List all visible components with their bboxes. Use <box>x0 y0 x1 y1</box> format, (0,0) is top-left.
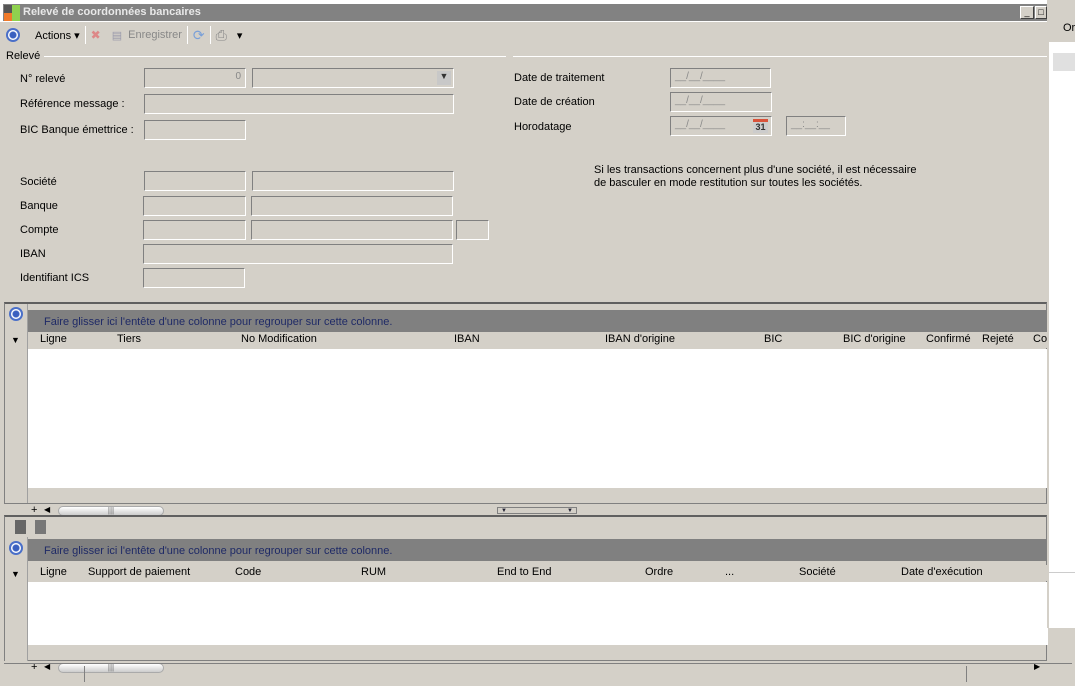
banque-name-field[interactable] <box>251 196 453 216</box>
divider <box>513 56 1047 57</box>
print-icon[interactable]: ⎙ <box>216 27 227 44</box>
note-line-2: de basculer en mode restitution sur tout… <box>594 177 863 189</box>
col-ligne[interactable]: Ligne <box>40 333 67 345</box>
document-edit-icon[interactable] <box>35 520 46 534</box>
document-icon[interactable] <box>15 520 26 534</box>
reference-field[interactable] <box>144 94 454 114</box>
n-releve-label: N° relevé <box>20 73 66 85</box>
date-creation-label: Date de création <box>514 96 595 108</box>
minimize-button[interactable]: _ <box>1020 6 1034 19</box>
group-by-area[interactable]: Faire glisser ici l'entête d'une colonne… <box>28 539 1048 561</box>
ics-field[interactable] <box>143 268 245 288</box>
col-ordre[interactable]: Ordre <box>645 566 673 578</box>
chevron-down-icon[interactable]: ▼ <box>437 71 451 85</box>
n-releve-select[interactable]: ▼ <box>252 68 454 88</box>
banque-code-field[interactable] <box>143 196 246 216</box>
status-bar <box>4 663 1072 683</box>
bic-label: BIC Banque émettrice : <box>20 124 134 136</box>
actions-menu[interactable]: Actions ▾ <box>35 29 80 42</box>
side-panel-item[interactable] <box>1053 53 1075 71</box>
col-more[interactable]: ... <box>725 566 734 578</box>
horodatage-time-field[interactable]: __:__:__ <box>786 116 846 136</box>
compte-code-field[interactable] <box>143 220 246 240</box>
col-societe[interactable]: Société <box>799 566 836 578</box>
grid-header: Ligne Tiers No Modification IBAN IBAN d'… <box>28 332 1048 348</box>
maximize-button[interactable]: □ <box>1035 6 1047 19</box>
banque-label: Banque <box>20 200 58 212</box>
column-chooser-icon[interactable]: ▼ <box>11 335 20 345</box>
scroll-left-icon[interactable]: ◀ <box>44 505 50 514</box>
iban-field[interactable] <box>143 244 453 264</box>
societe-label: Société <box>20 176 57 188</box>
ics-label: Identifiant ICS <box>20 272 90 284</box>
societe-name-field[interactable] <box>252 171 454 191</box>
date-traitement-field[interactable]: __/__/____ <box>670 68 771 88</box>
splitter-handle[interactable]: ▼ ▼ <box>497 507 577 514</box>
col-support-paiement[interactable]: Support de paiement <box>88 566 190 578</box>
app-logo-icon <box>4 5 20 21</box>
col-ligne[interactable]: Ligne <box>40 566 67 578</box>
col-rum[interactable]: RUM <box>361 566 386 578</box>
horodatage-date-field[interactable]: __/__/____ 31 <box>670 116 772 136</box>
col-no-modification[interactable]: No Modification <box>241 333 317 345</box>
grid-header: Ligne Support de paiement Code RUM End t… <box>28 565 1048 581</box>
col-co[interactable]: Co <box>1033 333 1047 345</box>
print-dropdown-icon[interactable]: ▾ <box>237 29 243 42</box>
compte-label: Compte <box>20 224 59 236</box>
col-date-execution[interactable]: Date d'exécution <box>901 566 983 578</box>
side-panel-label: Or <box>1063 22 1075 34</box>
grid-body[interactable] <box>28 582 1048 645</box>
col-end-to-end[interactable]: End to End <box>497 566 551 578</box>
grid-radio-icon[interactable] <box>9 541 23 555</box>
save-button[interactable]: Enregistrer <box>128 29 182 41</box>
col-rejete[interactable]: Rejeté <box>982 333 1014 345</box>
grid-details: Faire glisser ici l'entête d'une colonne… <box>4 515 1068 675</box>
date-traitement-label: Date de traitement <box>514 72 605 84</box>
group-by-area[interactable]: Faire glisser ici l'entête d'une colonne… <box>28 310 1048 332</box>
col-bic-origine[interactable]: BIC d'origine <box>843 333 906 345</box>
grid-body[interactable] <box>28 349 1048 488</box>
horodatage-date-value: __/__/____ <box>675 119 726 130</box>
column-chooser-icon[interactable]: ▼ <box>11 569 20 579</box>
grid-lignes: Faire glisser ici l'entête d'une colonne… <box>4 302 1048 518</box>
col-tiers[interactable]: Tiers <box>117 333 141 345</box>
divider <box>44 56 506 57</box>
horodatage-label: Horodatage <box>514 121 572 133</box>
col-bic[interactable]: BIC <box>764 333 782 345</box>
col-iban-origine[interactable]: IBAN d'origine <box>605 333 675 345</box>
window-title: Relevé de coordonnées bancaires <box>3 4 1047 21</box>
section-label: Relevé <box>6 50 41 62</box>
side-panel: Or <box>1047 0 1075 628</box>
grid-radio-icon[interactable] <box>9 307 23 321</box>
delete-icon[interactable]: ✖ <box>91 28 101 42</box>
reference-label: Référence message : <box>20 98 125 110</box>
col-iban[interactable]: IBAN <box>454 333 480 345</box>
save-icon: ▤ <box>111 29 123 42</box>
note-line-1: Si les transactions concernent plus d'un… <box>594 164 917 176</box>
bic-field[interactable] <box>144 120 246 140</box>
societe-code-field[interactable] <box>144 171 246 191</box>
calendar-icon[interactable]: 31 <box>753 119 768 133</box>
col-code[interactable]: Code <box>235 566 261 578</box>
compte-key-field[interactable] <box>456 220 489 240</box>
n-releve-field[interactable]: 0 <box>144 68 246 88</box>
toolbar: Actions ▾ ✖ ▤ Enregistrer ⟳ ⎙ ▾ <box>6 24 242 46</box>
col-confirme[interactable]: Confirmé <box>926 333 971 345</box>
compte-name-field[interactable] <box>251 220 453 240</box>
date-creation-field[interactable]: __/__/____ <box>670 92 772 112</box>
iban-label: IBAN <box>20 248 46 260</box>
nav-radio-icon[interactable] <box>6 28 20 42</box>
refresh-icon[interactable]: ⟳ <box>193 27 205 44</box>
